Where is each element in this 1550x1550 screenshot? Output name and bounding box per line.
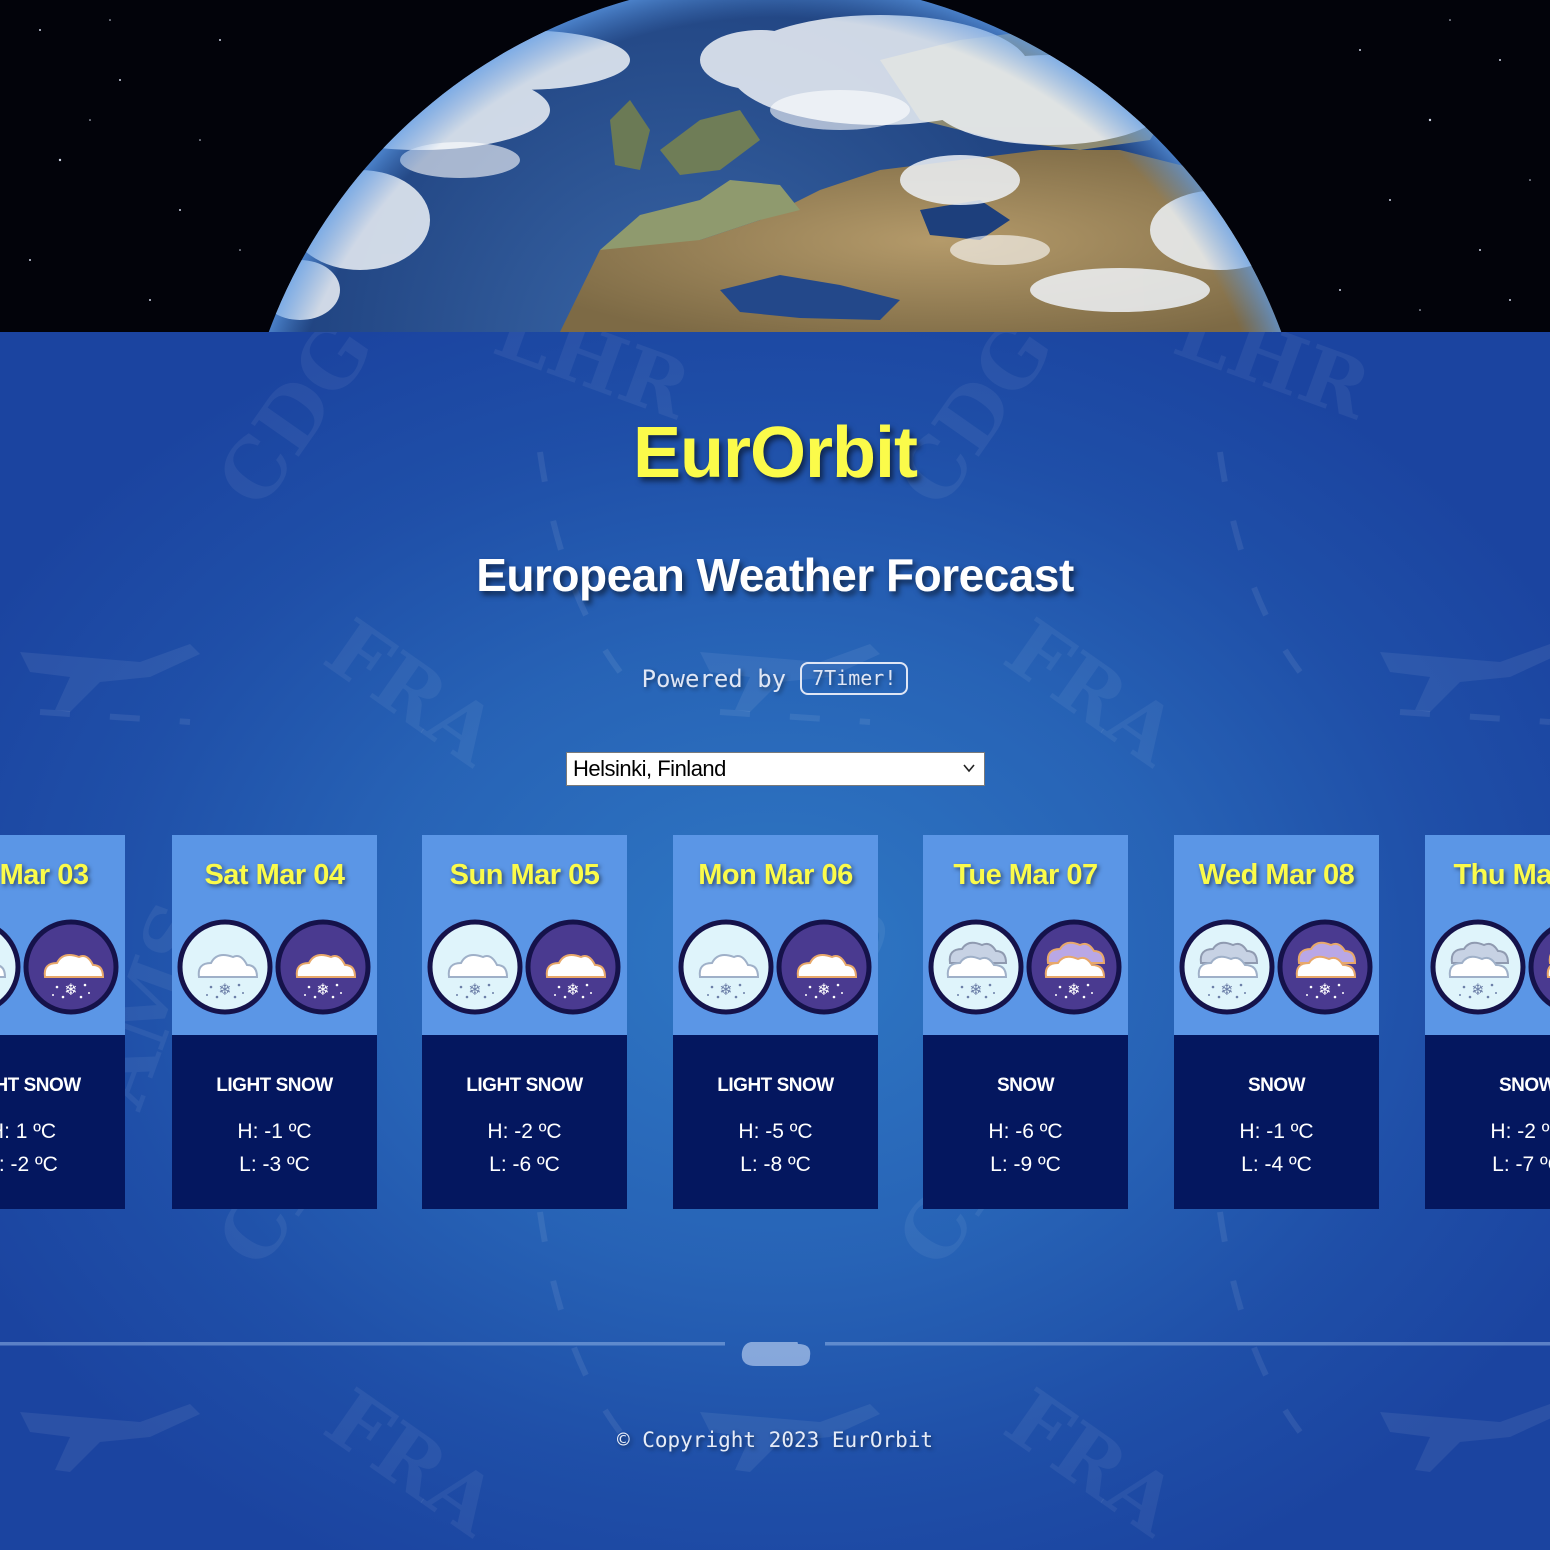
page-subtitle: European Weather Forecast [476, 549, 1074, 601]
forecast-high-temp: H: -1 ºC [237, 1120, 312, 1143]
forecast-card: Thu Mar 09 ❄ ❄ SNOW H: -2 ºC L: -7 ºC [1425, 835, 1550, 1209]
snow-icon: ❄ [1179, 919, 1275, 1015]
forecast-high-temp: H: -1 ºC [1239, 1120, 1314, 1143]
snow-icon: ❄ [928, 919, 1024, 1015]
light-snow-icon: ❄ [776, 919, 872, 1015]
svg-text:❄: ❄ [817, 980, 830, 999]
forecast-condition: SNOW [996, 1075, 1055, 1096]
forecast-condition: LIGHT SNOW [717, 1075, 834, 1096]
svg-text:❄: ❄ [719, 980, 732, 999]
forecast-low-temp: L: -9 ºC [990, 1153, 1061, 1176]
main-section: CDG CDG LHR LHR FRA FRA CDG CDG FRA FRA … [0, 332, 1550, 1550]
forecast-high-temp: H: -2 ºC [487, 1120, 562, 1143]
snow-icon: ❄ [1277, 919, 1373, 1015]
svg-text:❄: ❄ [1067, 980, 1080, 999]
light-snow-icon: ❄ [177, 919, 273, 1015]
forecast-card: Tue Mar 07 ❄ ❄ SNOW H: -6 ºC L: -9 ºC [923, 835, 1128, 1209]
forecast-card-header: Fri Mar 03 ❄ ❄ [0, 835, 125, 1035]
forecast-card-header: Sun Mar 05 ❄ ❄ [422, 835, 627, 1035]
forecast-date: Sat Mar 04 [204, 859, 345, 891]
light-snow-icon: ❄ [525, 919, 621, 1015]
hero-earth-image [0, 0, 1550, 332]
forecast-low-temp: L: -8 ºC [740, 1153, 811, 1176]
snow-icon: ❄ [1430, 919, 1526, 1015]
svg-text:❄: ❄ [566, 980, 579, 999]
forecast-high-temp: H: -5 ºC [738, 1120, 813, 1143]
forecast-card-header: Thu Mar 09 ❄ ❄ [1425, 835, 1550, 1035]
forecast-date: Tue Mar 07 [953, 859, 1098, 891]
cloud-icon [741, 1342, 811, 1366]
forecast-date: Thu Mar 09 [1453, 859, 1550, 891]
forecast-card-header: Sat Mar 04 ❄ ❄ [172, 835, 377, 1035]
forecast-card: Wed Mar 08 ❄ ❄ SNOW H: -1 ºC L: -4 ºC [1174, 835, 1379, 1209]
forecast-high-temp: H: 1 ºC [0, 1120, 57, 1143]
snow-icon: ❄ [1528, 927, 1550, 1007]
forecast-high-temp: H: -6 ºC [988, 1120, 1063, 1143]
forecast-condition: LIGHT SNOW [466, 1075, 583, 1096]
forecast-card-header: Mon Mar 06 ❄ ❄ [673, 835, 878, 1035]
forecast-condition: LIGHT SNOW [216, 1075, 333, 1096]
svg-text:❄: ❄ [1220, 980, 1233, 999]
forecast-condition: SNOW [1498, 1075, 1550, 1096]
forecast-high-temp: H: -2 ºC [1490, 1120, 1550, 1143]
svg-text:❄: ❄ [218, 980, 231, 999]
footer-divider [0, 1342, 1550, 1366]
svg-text:❄: ❄ [64, 980, 77, 999]
forecast-low-temp: L: -6 ºC [489, 1153, 560, 1176]
light-snow-icon: ❄ [427, 919, 523, 1015]
light-snow-icon: ❄ [0, 927, 21, 1007]
svg-text:❄: ❄ [468, 980, 481, 999]
svg-text:❄: ❄ [1471, 980, 1484, 999]
forecast-low-temp: L: -4 ºC [1241, 1153, 1312, 1176]
chevron-down-icon [963, 764, 975, 773]
app-title: EurOrbit [632, 413, 918, 493]
forecast-card: Sun Mar 05 ❄ ❄ LIGHT SNOW H: -2 ºC L: -6 ºC [422, 835, 627, 1209]
forecast-date: Mon Mar 06 [698, 859, 853, 891]
footer-copyright: © Copyright 2023 EurOrbit [616, 1428, 934, 1452]
svg-text:❄: ❄ [969, 980, 982, 999]
light-snow-icon: ❄ [23, 919, 119, 1015]
forecast-date: Sun Mar 05 [449, 859, 600, 891]
snow-icon: ❄ [1026, 919, 1122, 1015]
light-snow-icon: ❄ [275, 919, 371, 1015]
forecast-card-header: Wed Mar 08 ❄ ❄ [1174, 835, 1379, 1035]
svg-text:❄: ❄ [1318, 980, 1331, 999]
forecast-card: Mon Mar 06 ❄ ❄ LIGHT SNOW H: -5 ºC L: -8 ºC [673, 835, 878, 1209]
forecast-condition: SNOW [1247, 1075, 1306, 1096]
forecast-list: Fri Mar 03 ❄ ❄ LIGHT SNOW H: 1 ºC L: -2 ºC Sat… [0, 835, 1550, 1209]
location-select[interactable]: Helsinki, Finland [566, 752, 985, 786]
powered-by: Powered by 7Timer! [0, 662, 1550, 695]
forecast-card: Fri Mar 03 ❄ ❄ LIGHT SNOW H: 1 ºC L: -2 ºC [0, 835, 125, 1209]
powered-by-label: Powered by [641, 665, 787, 693]
forecast-date: Fri Mar 03 [0, 859, 89, 891]
forecast-condition: LIGHT SNOW [0, 1075, 81, 1096]
svg-text:❄: ❄ [316, 980, 329, 999]
location-select-value: Helsinki, Finland [573, 756, 726, 781]
forecast-date: Wed Mar 08 [1198, 859, 1355, 891]
forecast-low-temp: L: -2 ºC [0, 1153, 58, 1176]
light-snow-icon: ❄ [678, 919, 774, 1015]
forecast-low-temp: L: -3 ºC [239, 1153, 310, 1176]
powered-by-link[interactable]: 7Timer! [800, 662, 909, 695]
forecast-low-temp: L: -7 ºC [1492, 1153, 1550, 1176]
forecast-card: Sat Mar 04 ❄ ❄ LIGHT SNOW H: -1 ºC L: -3 ºC [172, 835, 377, 1209]
forecast-card-header: Tue Mar 07 ❄ ❄ [923, 835, 1128, 1035]
